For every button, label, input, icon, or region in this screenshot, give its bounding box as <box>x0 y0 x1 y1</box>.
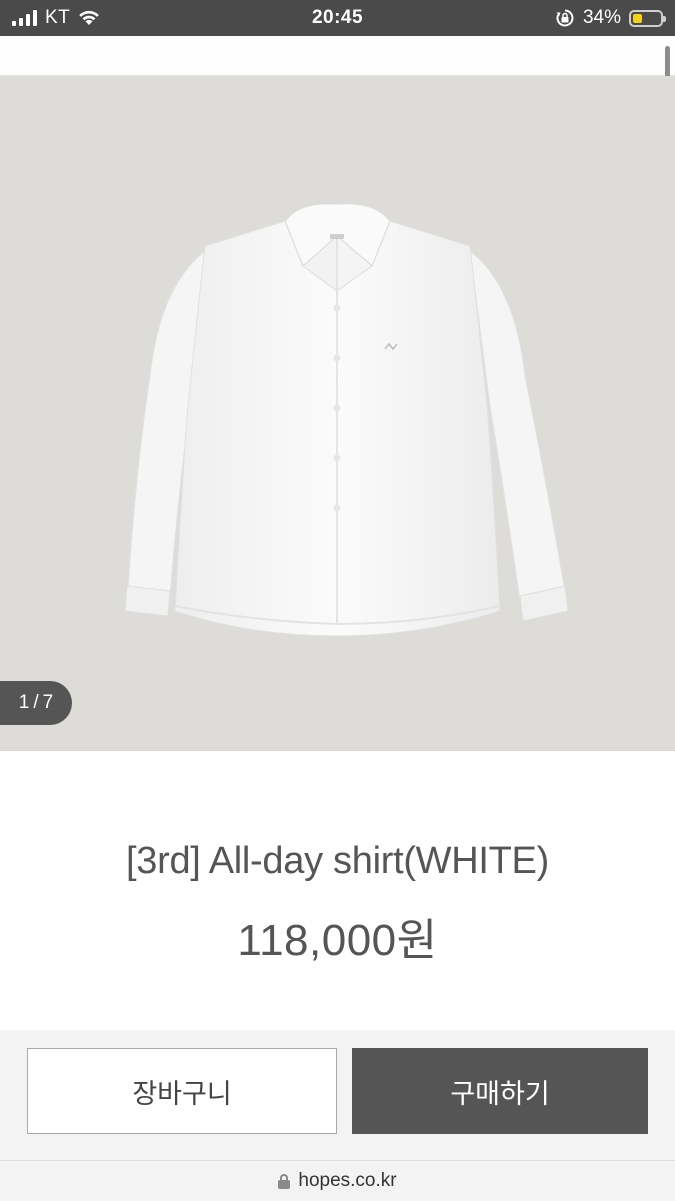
product-price: 118,000원 <box>237 916 438 965</box>
pager-separator: / <box>33 692 39 713</box>
product-image-gallery[interactable] <box>0 76 675 751</box>
page-header-strip <box>0 36 675 76</box>
battery-percent: 34% <box>582 7 621 28</box>
image-pager: 1 / 7 <box>0 681 72 725</box>
pager-current: 1 <box>18 692 30 713</box>
battery-icon <box>629 9 666 27</box>
battery-level <box>633 13 642 23</box>
add-to-cart-button[interactable]: 장바구니 <box>27 1048 337 1134</box>
lock-icon <box>278 1173 291 1189</box>
purchase-action-bar: 장바구니 구매하기 <box>0 1030 675 1160</box>
status-bar: KT 20:45 34% <box>0 0 675 36</box>
status-right: 34% <box>555 0 666 36</box>
pager-total: 7 <box>42 692 54 713</box>
buy-now-button[interactable]: 구매하기 <box>352 1048 648 1134</box>
orientation-lock-icon <box>556 9 574 27</box>
shirt-illustration <box>124 203 569 637</box>
product-title: [3rd] All-day shirt(WHITE) <box>126 840 549 882</box>
browser-url-bar[interactable]: hopes.co.kr <box>0 1160 675 1201</box>
url-text[interactable]: hopes.co.kr <box>298 1170 396 1192</box>
